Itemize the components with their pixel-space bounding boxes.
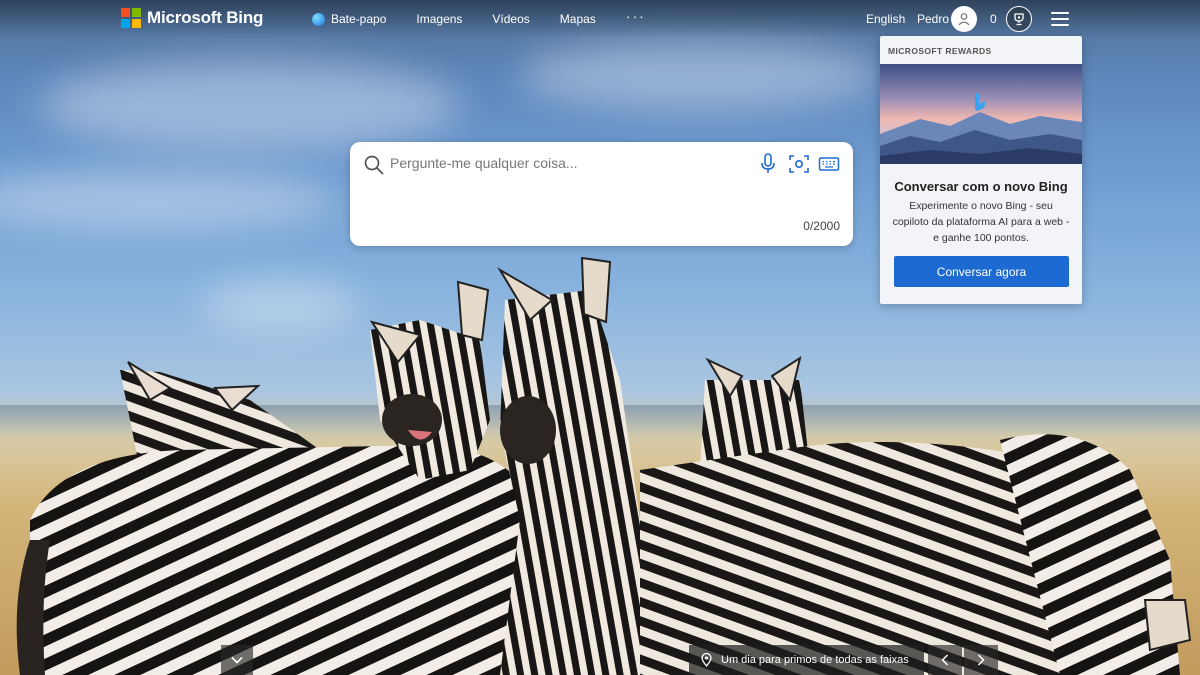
nav-item-label: Imagens <box>416 12 463 26</box>
language-toggle[interactable]: English <box>866 12 905 26</box>
microsoft-logo-icon <box>121 8 141 28</box>
image-caption-text: Um dia para primos de todas as faixas <box>721 654 909 666</box>
chevron-right-icon <box>977 654 985 666</box>
user-name[interactable]: Pedro <box>917 12 949 26</box>
nav-item-label: Mapas <box>559 12 596 26</box>
chat-bubble-icon <box>312 12 325 26</box>
next-image-button[interactable] <box>964 645 998 675</box>
rewards-card-text: Experimente o novo Bing - seu copiloto d… <box>892 200 1070 244</box>
nav-item-images[interactable]: Imagens <box>416 12 462 26</box>
rewards-points: 0 <box>990 12 997 26</box>
char-counter: 0/2000 <box>803 219 840 233</box>
trophy-icon <box>1014 13 1024 26</box>
bing-logo[interactable]: Microsoft Bing <box>121 8 263 28</box>
header-right: English Pedro 0 <box>860 0 1200 38</box>
nav-item-label: Bate-papo <box>331 12 387 26</box>
scroll-down-button[interactable] <box>221 645 253 675</box>
chevron-left-icon <box>941 654 949 666</box>
image-caption[interactable]: Um dia para primos de todas as faixas <box>689 645 924 675</box>
nav-item-maps[interactable]: Mapas <box>560 12 596 26</box>
search-input[interactable] <box>390 152 750 174</box>
rewards-card: MICROSOFT REWARDS Conversar com o novo B… <box>880 36 1082 304</box>
nav-item-chat[interactable]: Bate-papo <box>312 12 386 26</box>
keyboard-icon[interactable] <box>818 153 840 175</box>
chat-now-button[interactable]: Conversar agora <box>894 256 1069 287</box>
previous-image-button[interactable] <box>928 645 962 675</box>
more-menu-button[interactable]: ··· <box>626 8 646 24</box>
search-icon <box>364 155 384 175</box>
rewards-card-title: Conversar com o novo Bing <box>894 179 1068 194</box>
main-nav: Bate-papo Imagens Vídeos Mapas ··· <box>312 8 646 26</box>
location-pin-icon <box>701 653 712 667</box>
top-header: Microsoft Bing Bate-papo Imagens Vídeos … <box>0 0 1200 38</box>
chevron-down-icon <box>231 656 243 664</box>
nav-item-videos[interactable]: Vídeos <box>492 12 529 26</box>
search-box: 0/2000 <box>350 142 853 246</box>
brand-name: Microsoft Bing <box>147 8 264 27</box>
visual-search-icon[interactable] <box>788 153 810 175</box>
hamburger-menu-button[interactable] <box>1051 12 1069 26</box>
microphone-icon[interactable] <box>760 153 776 175</box>
avatar[interactable] <box>951 6 977 32</box>
rewards-card-heading: MICROSOFT REWARDS <box>888 46 992 56</box>
rewards-button[interactable] <box>1006 6 1032 32</box>
rewards-card-image <box>880 64 1082 164</box>
user-icon <box>958 13 970 26</box>
nav-item-label: Vídeos <box>492 12 530 26</box>
